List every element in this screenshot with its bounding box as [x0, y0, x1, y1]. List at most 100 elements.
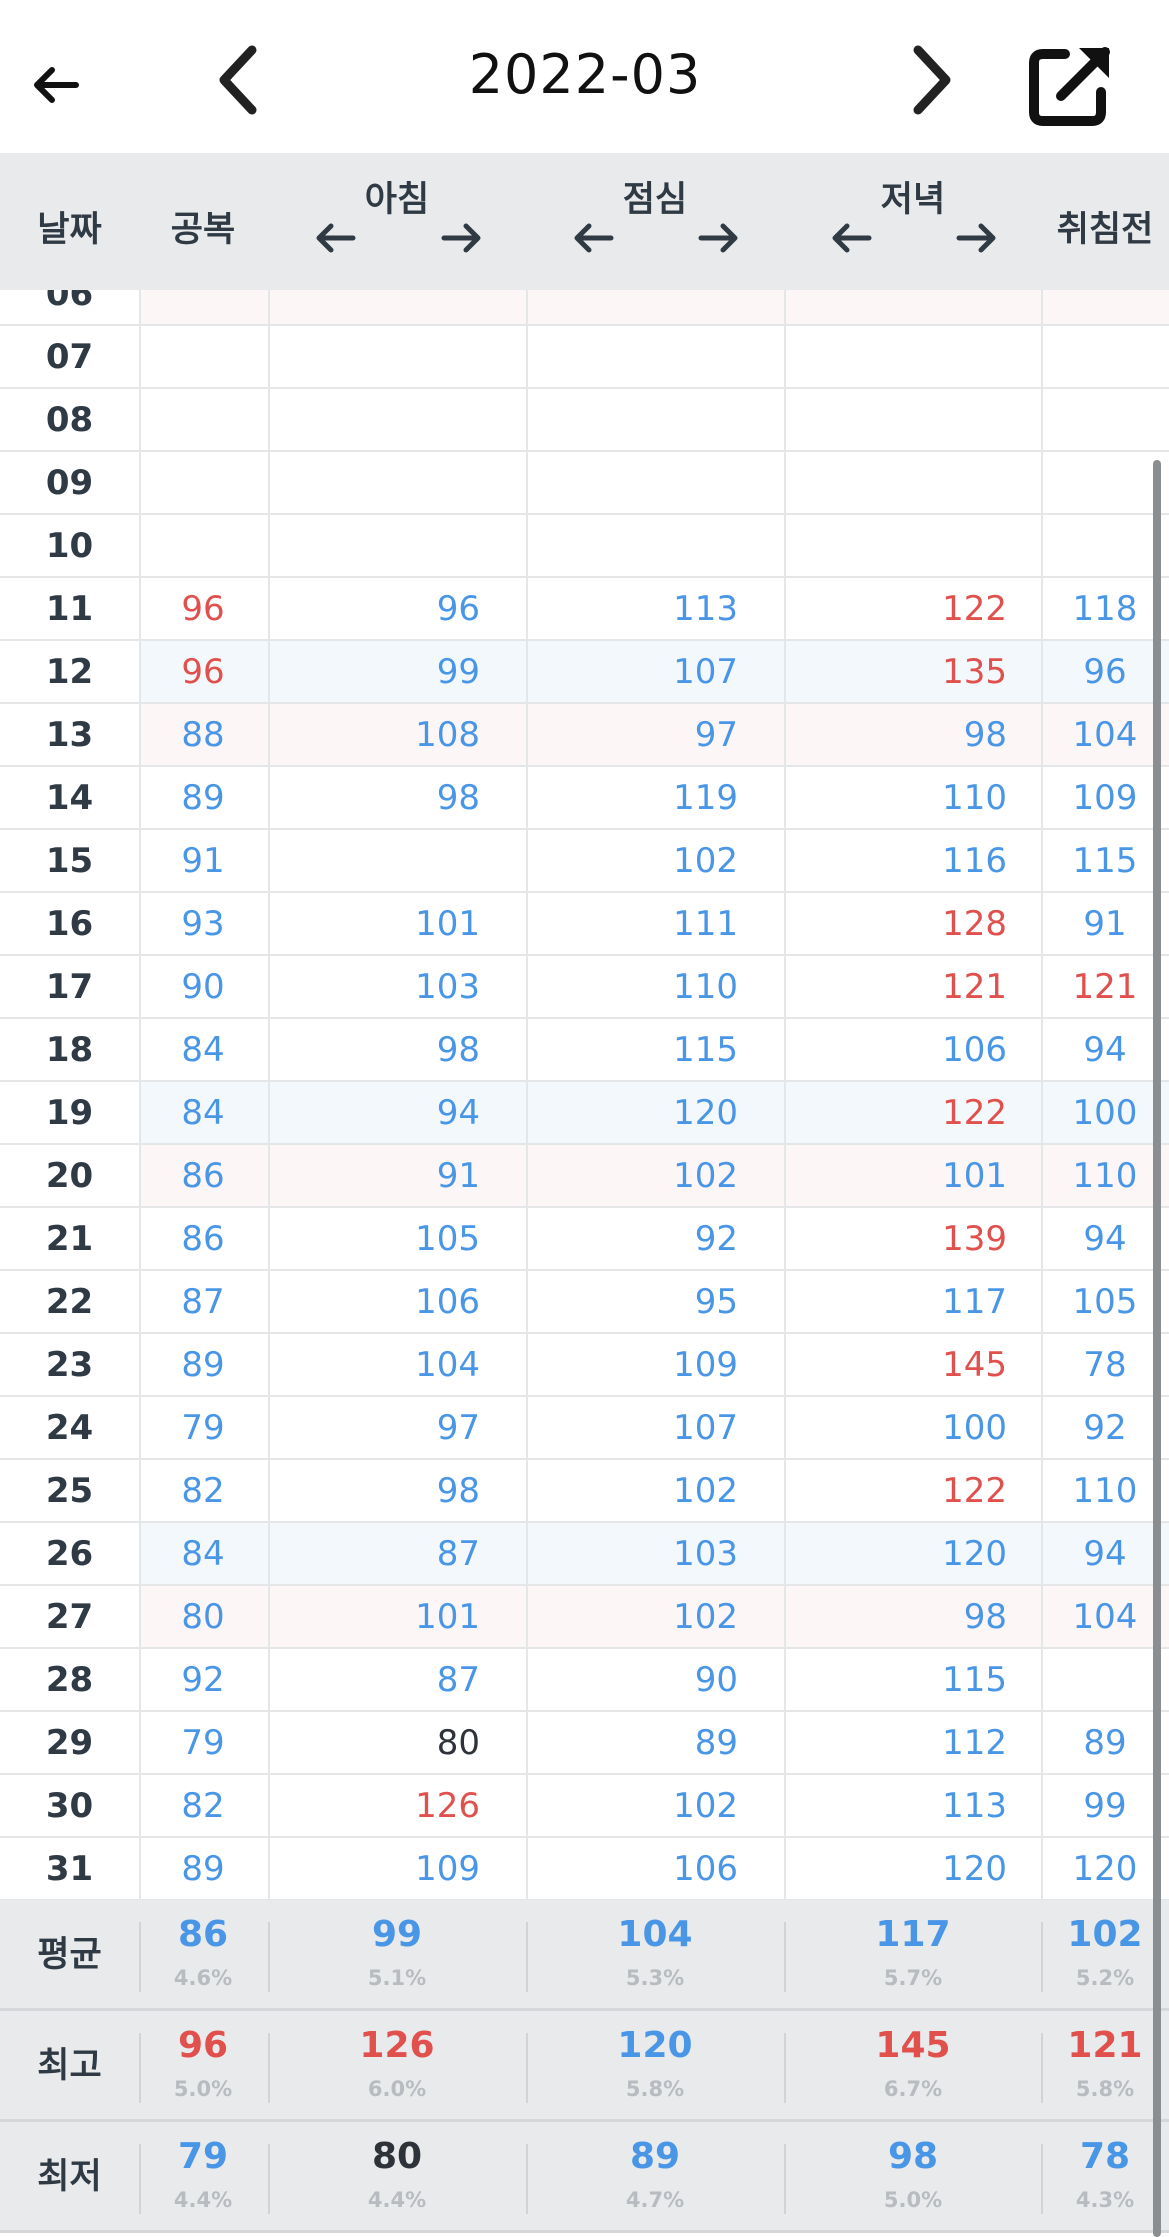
- fasting-value-cell[interactable]: [139, 389, 267, 450]
- lunch-value-cell[interactable]: 110: [526, 956, 738, 1017]
- table-row[interactable]: 25 82 98 102 122 110: [0, 1460, 1169, 1523]
- dinner-value-cell[interactable]: [784, 515, 1007, 576]
- next-month-chevron-icon[interactable]: [900, 40, 960, 120]
- fasting-value-cell[interactable]: [139, 452, 267, 513]
- breakfast-value-cell[interactable]: 126: [268, 1775, 480, 1836]
- lunch-value-cell[interactable]: 102: [526, 1586, 738, 1647]
- lunch-value-cell[interactable]: 90: [526, 1649, 738, 1710]
- breakfast-value-cell[interactable]: [268, 290, 480, 324]
- table-row[interactable]: 31 89 109 106 120 120: [0, 1838, 1169, 1900]
- bedtime-value-cell[interactable]: [1041, 1649, 1169, 1710]
- dinner-value-cell[interactable]: 115: [784, 1649, 1007, 1710]
- fasting-value-cell[interactable]: 89: [139, 1334, 267, 1395]
- bedtime-value-cell[interactable]: 115: [1041, 830, 1169, 891]
- fasting-value-cell[interactable]: 82: [139, 1775, 267, 1836]
- bedtime-value-cell[interactable]: 110: [1041, 1460, 1169, 1521]
- table-row[interactable]: 07: [0, 326, 1169, 389]
- lunch-value-cell[interactable]: 113: [526, 578, 738, 639]
- fasting-value-cell[interactable]: 96: [139, 578, 267, 639]
- fasting-value-cell[interactable]: [139, 326, 267, 387]
- daily-readings-table[interactable]: 06 07 08 09 10 11 96 96 113 122 118 12 96 99 107 135 96 1…: [0, 290, 1169, 1900]
- dinner-value-cell[interactable]: 98: [784, 1586, 1007, 1647]
- table-row[interactable]: 17 90 103 110 121 121: [0, 956, 1169, 1019]
- bedtime-value-cell[interactable]: 94: [1041, 1208, 1169, 1269]
- bedtime-value-cell[interactable]: 105: [1041, 1271, 1169, 1332]
- dinner-value-cell[interactable]: [784, 290, 1007, 324]
- breakfast-before-arrow-icon[interactable]: [313, 218, 357, 258]
- lunch-value-cell[interactable]: 119: [526, 767, 738, 828]
- dinner-value-cell[interactable]: 98: [784, 704, 1007, 765]
- breakfast-value-cell[interactable]: [268, 830, 480, 891]
- dinner-value-cell[interactable]: [784, 326, 1007, 387]
- table-row[interactable]: 30 82 126 102 113 99: [0, 1775, 1169, 1838]
- lunch-value-cell[interactable]: 92: [526, 1208, 738, 1269]
- table-row[interactable]: 22 87 106 95 117 105: [0, 1271, 1169, 1334]
- bedtime-value-cell[interactable]: [1041, 389, 1169, 450]
- dinner-value-cell[interactable]: 112: [784, 1712, 1007, 1773]
- breakfast-value-cell[interactable]: 98: [268, 1460, 480, 1521]
- dinner-value-cell[interactable]: 113: [784, 1775, 1007, 1836]
- bedtime-value-cell[interactable]: 99: [1041, 1775, 1169, 1836]
- breakfast-value-cell[interactable]: [268, 326, 480, 387]
- bedtime-value-cell[interactable]: 96: [1041, 641, 1169, 702]
- bedtime-value-cell[interactable]: [1041, 290, 1169, 324]
- dinner-value-cell[interactable]: 128: [784, 893, 1007, 954]
- table-row[interactable]: 13 88 108 97 98 104: [0, 704, 1169, 767]
- bedtime-value-cell[interactable]: 89: [1041, 1712, 1169, 1773]
- lunch-value-cell[interactable]: 95: [526, 1271, 738, 1332]
- fasting-value-cell[interactable]: 82: [139, 1460, 267, 1521]
- table-row[interactable]: 23 89 104 109 145 78: [0, 1334, 1169, 1397]
- dinner-value-cell[interactable]: 135: [784, 641, 1007, 702]
- fasting-value-cell[interactable]: 79: [139, 1712, 267, 1773]
- dinner-value-cell[interactable]: 145: [784, 1334, 1007, 1395]
- breakfast-value-cell[interactable]: 103: [268, 956, 480, 1017]
- dinner-value-cell[interactable]: 122: [784, 1082, 1007, 1143]
- dinner-after-arrow-icon[interactable]: [955, 218, 999, 258]
- lunch-value-cell[interactable]: 89: [526, 1712, 738, 1773]
- table-row[interactable]: 24 79 97 107 100 92: [0, 1397, 1169, 1460]
- table-row[interactable]: 28 92 87 90 115: [0, 1649, 1169, 1712]
- fasting-value-cell[interactable]: 90: [139, 956, 267, 1017]
- fasting-value-cell[interactable]: 93: [139, 893, 267, 954]
- breakfast-value-cell[interactable]: 109: [268, 1838, 480, 1899]
- dinner-value-cell[interactable]: 106: [784, 1019, 1007, 1080]
- table-row[interactable]: 29 79 80 89 112 89: [0, 1712, 1169, 1775]
- bedtime-value-cell[interactable]: 120: [1041, 1838, 1169, 1899]
- dinner-value-cell[interactable]: 110: [784, 767, 1007, 828]
- table-row[interactable]: 11 96 96 113 122 118: [0, 578, 1169, 641]
- table-row[interactable]: 09: [0, 452, 1169, 515]
- dinner-value-cell[interactable]: 116: [784, 830, 1007, 891]
- table-row[interactable]: 15 91 102 116 115: [0, 830, 1169, 893]
- breakfast-value-cell[interactable]: 104: [268, 1334, 480, 1395]
- table-row[interactable]: 16 93 101 111 128 91: [0, 893, 1169, 956]
- breakfast-value-cell[interactable]: [268, 452, 480, 513]
- fasting-value-cell[interactable]: 84: [139, 1082, 267, 1143]
- lunch-value-cell[interactable]: [526, 326, 738, 387]
- table-row[interactable]: 08: [0, 389, 1169, 452]
- dinner-value-cell[interactable]: 101: [784, 1145, 1007, 1206]
- lunch-value-cell[interactable]: 106: [526, 1838, 738, 1899]
- bedtime-value-cell[interactable]: 121: [1041, 956, 1169, 1017]
- lunch-value-cell[interactable]: 107: [526, 1397, 738, 1458]
- table-row[interactable]: 06: [0, 290, 1169, 326]
- lunch-value-cell[interactable]: 102: [526, 1145, 738, 1206]
- lunch-value-cell[interactable]: 103: [526, 1523, 738, 1584]
- dinner-value-cell[interactable]: 117: [784, 1271, 1007, 1332]
- breakfast-value-cell[interactable]: 106: [268, 1271, 480, 1332]
- breakfast-value-cell[interactable]: 87: [268, 1649, 480, 1710]
- fasting-value-cell[interactable]: 79: [139, 1397, 267, 1458]
- bedtime-value-cell[interactable]: 118: [1041, 578, 1169, 639]
- lunch-value-cell[interactable]: 109: [526, 1334, 738, 1395]
- bedtime-value-cell[interactable]: 91: [1041, 893, 1169, 954]
- breakfast-value-cell[interactable]: 101: [268, 1586, 480, 1647]
- lunch-value-cell[interactable]: [526, 290, 738, 324]
- table-row[interactable]: 18 84 98 115 106 94: [0, 1019, 1169, 1082]
- dinner-value-cell[interactable]: 120: [784, 1523, 1007, 1584]
- previous-month-chevron-icon[interactable]: [210, 40, 270, 120]
- dinner-value-cell[interactable]: 139: [784, 1208, 1007, 1269]
- lunch-value-cell[interactable]: 107: [526, 641, 738, 702]
- lunch-value-cell[interactable]: 102: [526, 1460, 738, 1521]
- breakfast-value-cell[interactable]: 97: [268, 1397, 480, 1458]
- table-row[interactable]: 19 84 94 120 122 100: [0, 1082, 1169, 1145]
- lunch-value-cell[interactable]: 111: [526, 893, 738, 954]
